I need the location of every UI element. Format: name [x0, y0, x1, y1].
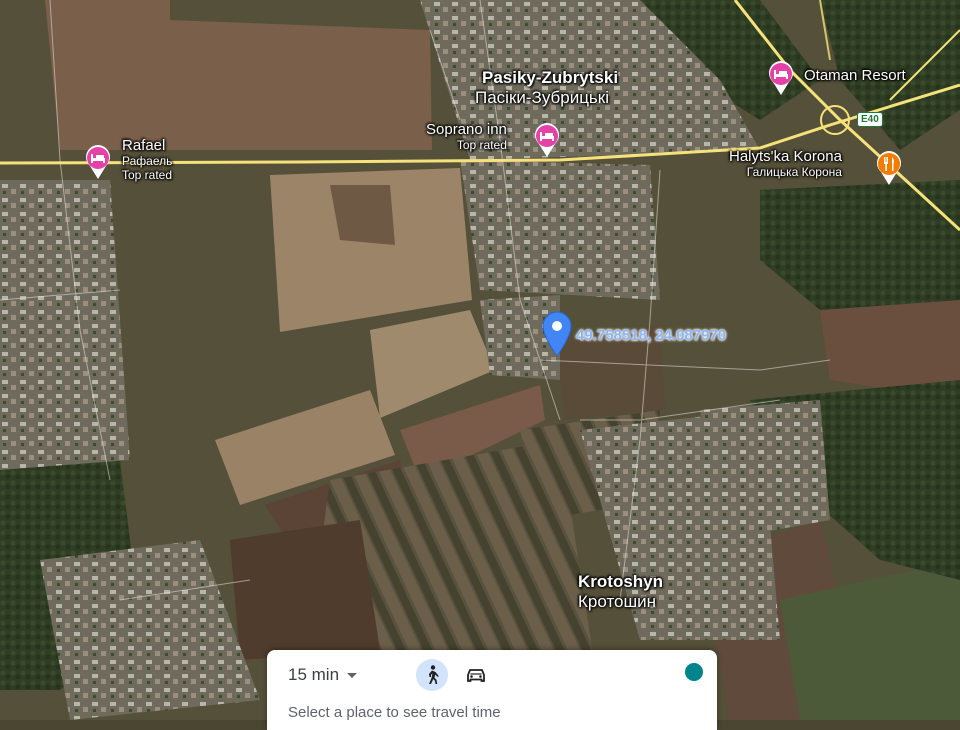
travel-time-hint: Select a place to see travel time	[288, 704, 501, 721]
dropped-location-pin[interactable]	[541, 309, 573, 362]
car-icon	[467, 669, 485, 682]
poi-label-rafael[interactable]: Rafael Рафаель Top rated	[122, 137, 172, 182]
pin-coordinates[interactable]: 49.758518, 24.087970	[576, 327, 726, 344]
hotel-icon	[769, 61, 793, 95]
place-name: Pasiky-Zubrytski	[482, 68, 619, 87]
walk-mode-button[interactable]	[416, 659, 448, 691]
travel-time-dropdown[interactable]: 15 min	[288, 665, 358, 685]
poi-label-korona[interactable]: Halyts'ka Korona Галицька Корона	[729, 148, 842, 179]
restaurant-marker-korona[interactable]	[875, 150, 903, 191]
place-native-name: Пасіки-Зубрицькі	[475, 88, 609, 107]
poi-rating-note: Top rated	[122, 168, 173, 182]
travel-time-panel: 15 min Select a place to see travel time	[267, 650, 717, 730]
poi-label-otaman[interactable]: Otaman Resort	[804, 67, 906, 84]
satellite-map[interactable]	[0, 0, 960, 720]
drive-mode-button[interactable]	[460, 659, 492, 691]
location-pin-icon	[542, 311, 572, 357]
travel-time-value: 15 min	[288, 665, 340, 684]
poi-native-name: Рафаель	[122, 154, 173, 168]
poi-name: Soprano inn	[426, 121, 507, 138]
chevron-down-icon	[347, 672, 358, 678]
place-label-pasiky[interactable]: Pasiky-Zubrytski Пасіки-Зубрицькі	[475, 68, 619, 108]
walk-icon	[429, 665, 439, 684]
place-name: Krotoshyn	[578, 572, 663, 591]
travel-time-toggle[interactable]	[685, 663, 703, 681]
hotel-icon	[86, 145, 110, 179]
poi-name: Halyts'ka Korona	[729, 148, 842, 165]
restaurant-icon	[877, 151, 901, 185]
hotel-icon	[535, 123, 559, 157]
poi-rating-note: Top rated	[456, 138, 507, 152]
poi-native-name: Галицька Корона	[746, 165, 842, 179]
poi-name: Otaman Resort	[804, 67, 906, 84]
route-e40-badge: E40	[857, 112, 883, 127]
hotel-marker-soprano[interactable]	[533, 122, 561, 163]
place-label-krotoshyn[interactable]: Krotoshyn Кротошин	[578, 572, 663, 612]
place-native-name: Кротошин	[578, 592, 657, 611]
hotel-marker-otaman[interactable]	[767, 60, 795, 101]
hotel-marker-rafael[interactable]	[84, 144, 112, 185]
poi-name: Rafael	[122, 137, 166, 154]
poi-label-soprano[interactable]: Soprano inn Top rated	[426, 121, 507, 152]
